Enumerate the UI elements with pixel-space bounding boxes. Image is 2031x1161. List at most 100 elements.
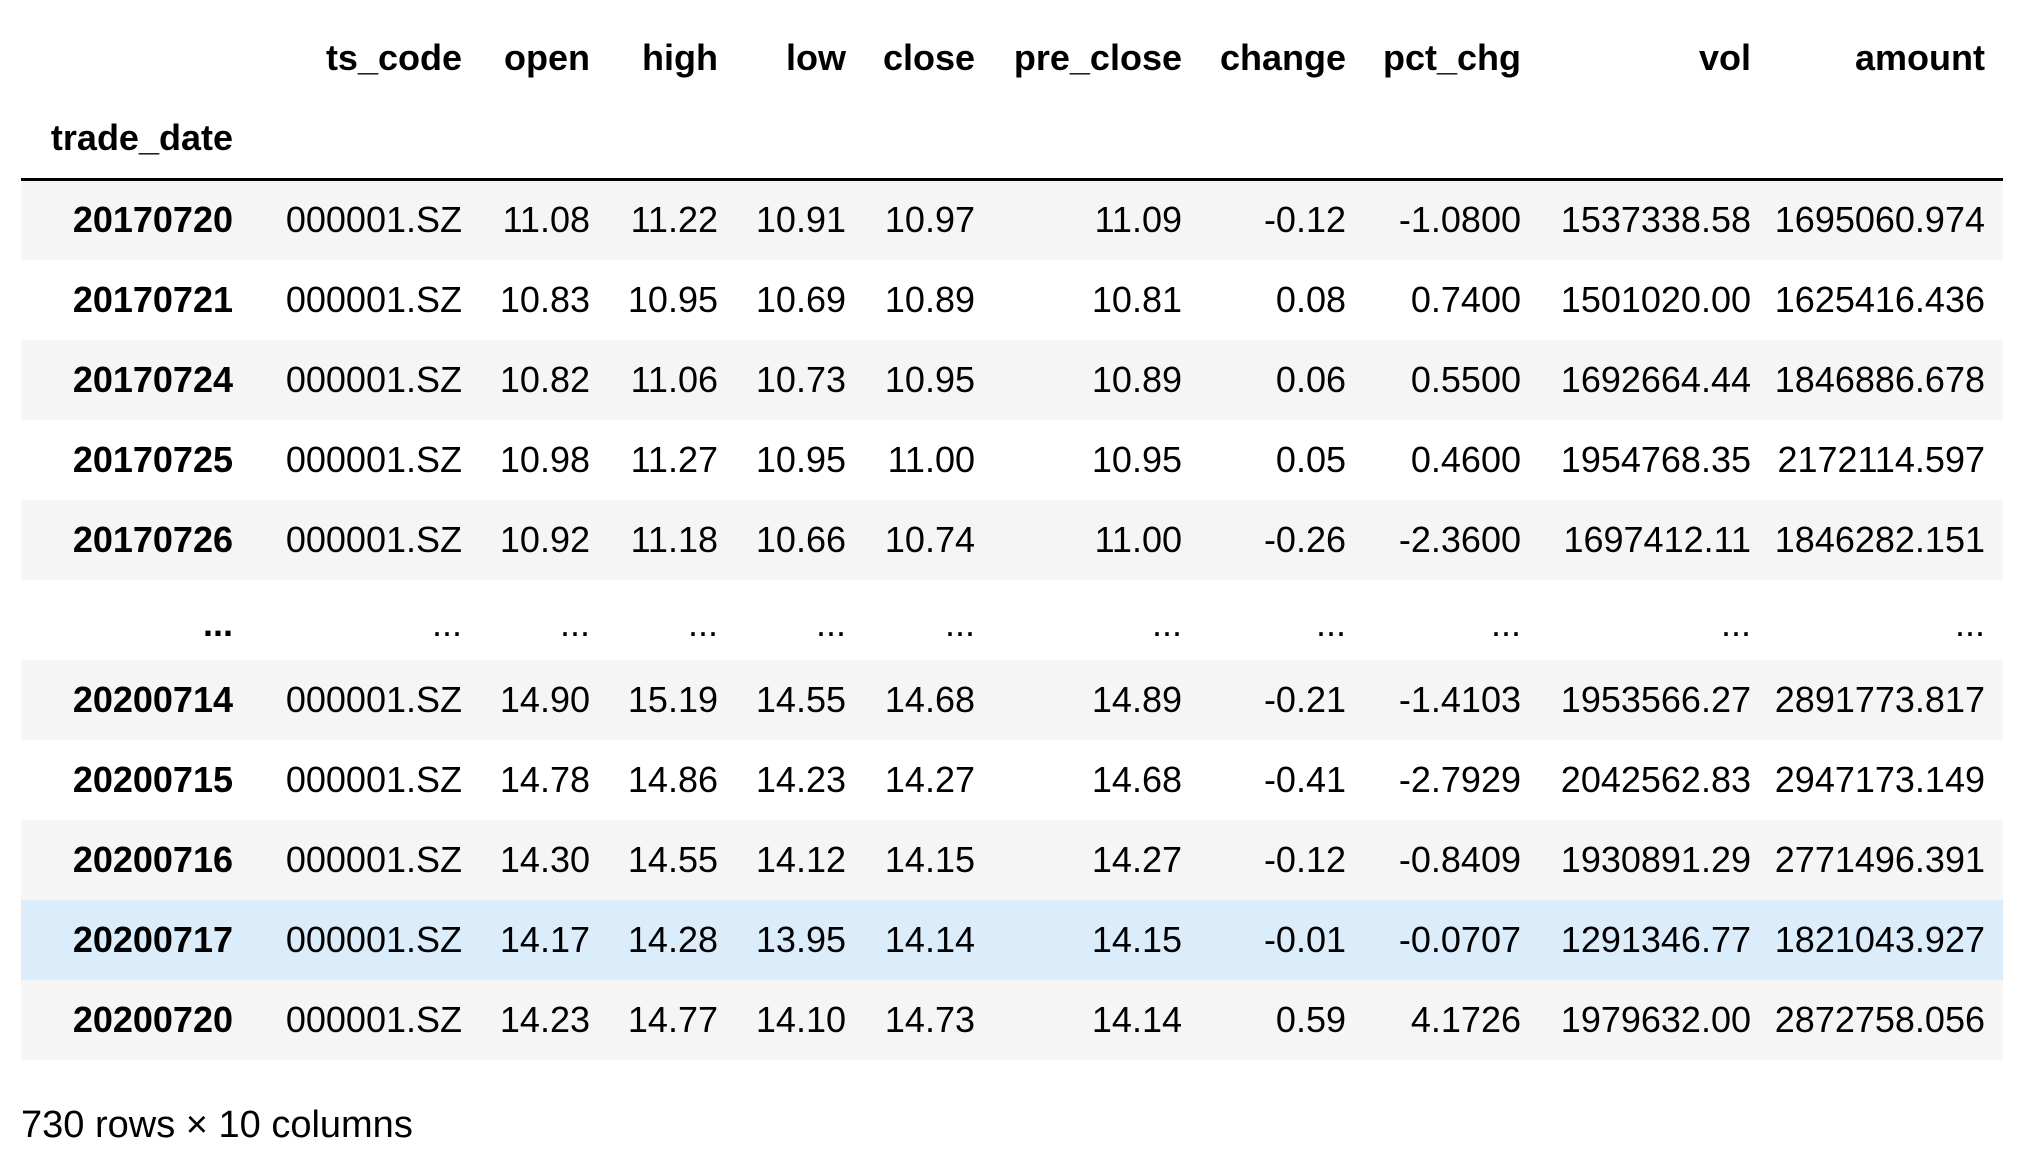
cell-open: 14.78 [499, 758, 590, 800]
cell-high: 10.95 [627, 278, 718, 320]
cell-ts-code: 000001.SZ [285, 438, 462, 480]
cell-pre-close: 14.89 [1091, 678, 1182, 720]
cell-pre-close: ... [1151, 602, 1182, 644]
cell-amount: 2872758.056 [1774, 998, 1985, 1040]
cell-low: 10.95 [755, 438, 846, 480]
cell-pct-chg: -2.3600 [1398, 518, 1521, 560]
table-row: 20170725 000001.SZ 10.98 11.27 10.95 11.00 10.… [21, 419, 2003, 500]
row-index: 20200716 [72, 838, 233, 880]
dataframe-table: ts_code open high low close pre_close ch… [21, 18, 2003, 1060]
cell-close: 10.89 [884, 278, 975, 320]
cell-pre-close: 11.09 [1094, 199, 1182, 241]
cell-amount: 2947173.149 [1774, 758, 1985, 800]
cell-pre-close: 14.68 [1091, 758, 1182, 800]
cell-amount: ... [1954, 602, 1985, 644]
index-name-row: trade_date [21, 98, 2003, 180]
table-row: 20200717 000001.SZ 14.17 14.28 13.95 14.14 14.… [21, 899, 2003, 980]
table-row: 20200716 000001.SZ 14.30 14.55 14.12 14.15 14.… [21, 819, 2003, 900]
row-index: 20170726 [72, 518, 233, 560]
cell-amount: 2891773.817 [1774, 678, 1985, 720]
cell-change: 0.08 [1275, 278, 1346, 320]
cell-change: ... [1315, 602, 1346, 644]
cell-vol: 1930891.29 [1560, 838, 1751, 880]
cell-change: 0.59 [1275, 998, 1346, 1040]
column-header: amount [1855, 37, 1985, 78]
cell-amount: 1846282.151 [1774, 518, 1985, 560]
cell-vol: 1537338.58 [1560, 199, 1751, 241]
table-row: 20200714 000001.SZ 14.90 15.19 14.55 14.68 14.… [21, 659, 2003, 740]
cell-open: 14.23 [499, 998, 590, 1040]
cell-low: 10.66 [755, 518, 846, 560]
cell-vol: 1953566.27 [1560, 678, 1751, 720]
column-header: vol [1698, 37, 1751, 78]
cell-pct-chg: 0.5500 [1410, 358, 1521, 400]
column-header: open [504, 37, 590, 78]
cell-high: 11.18 [630, 518, 718, 560]
cell-ts-code: ... [431, 602, 462, 644]
cell-high: 11.06 [630, 358, 718, 400]
cell-ts-code: 000001.SZ [285, 918, 462, 960]
column-header: close [882, 37, 975, 78]
cell-amount: 2771496.391 [1774, 838, 1985, 880]
cell-change: -0.12 [1263, 199, 1346, 241]
cell-open: 11.08 [502, 199, 590, 241]
cell-open: 14.30 [499, 838, 590, 880]
cell-low: 10.91 [755, 199, 846, 241]
cell-pre-close: 10.95 [1091, 438, 1182, 480]
cell-open: 10.83 [499, 278, 590, 320]
cell-low: 14.55 [755, 678, 846, 720]
cell-ts-code: 000001.SZ [285, 998, 462, 1040]
cell-amount: 1846886.678 [1774, 358, 1985, 400]
cell-open: 10.98 [499, 438, 590, 480]
cell-vol: 1291346.77 [1560, 918, 1751, 960]
cell-vol: 1954768.35 [1560, 438, 1751, 480]
cell-amount: 2172114.597 [1777, 438, 1985, 480]
cell-vol: 1697412.11 [1563, 518, 1751, 560]
cell-amount: 1821043.927 [1774, 918, 1985, 960]
cell-change: -0.41 [1263, 758, 1346, 800]
cell-change: -0.12 [1263, 838, 1346, 880]
cell-open: 14.90 [499, 678, 590, 720]
cell-close: 10.95 [884, 358, 975, 400]
cell-pct-chg: -0.0707 [1398, 918, 1521, 960]
row-index: 20170721 [72, 278, 233, 320]
cell-pct-chg: 0.7400 [1410, 278, 1521, 320]
cell-vol: 1692664.44 [1560, 358, 1751, 400]
cell-pre-close: 10.81 [1091, 278, 1182, 320]
column-header: high [642, 37, 718, 78]
cell-change: -0.26 [1263, 518, 1346, 560]
cell-ts-code: 000001.SZ [285, 278, 462, 320]
column-header: ts_code [325, 37, 462, 78]
cell-pct-chg: ... [1490, 602, 1521, 644]
row-index: 20170725 [72, 438, 233, 480]
row-index: 20170720 [72, 199, 233, 241]
dataframe-output: ts_code open high low close pre_close ch… [21, 18, 2003, 1147]
cell-open: 10.92 [499, 518, 590, 560]
row-index: 20170724 [72, 358, 233, 400]
cell-high: 14.86 [627, 758, 718, 800]
cell-change: 0.05 [1275, 438, 1346, 480]
cell-ts-code: 000001.SZ [285, 199, 462, 241]
cell-close: 10.74 [884, 518, 975, 560]
column-header: low [786, 37, 846, 78]
cell-low: 13.95 [755, 918, 846, 960]
cell-close: 11.00 [887, 438, 975, 480]
cell-close: 14.27 [884, 758, 975, 800]
cell-vol: ... [1720, 602, 1751, 644]
column-header: pre_close [1013, 37, 1182, 78]
cell-pct-chg: -1.4103 [1398, 678, 1521, 720]
cell-pct-chg: -2.7929 [1398, 758, 1521, 800]
row-index: ... [202, 602, 233, 644]
cell-low: 14.10 [755, 998, 846, 1040]
cell-high: 14.28 [627, 918, 718, 960]
cell-close: 14.68 [884, 678, 975, 720]
ellipsis-row: ................................. [21, 579, 2003, 660]
cell-pct-chg: -0.8409 [1398, 838, 1521, 880]
cell-pre-close: 11.00 [1094, 518, 1182, 560]
table-row: 20170724 000001.SZ 10.82 11.06 10.73 10.95 10.… [21, 339, 2003, 420]
cell-pct-chg: 4.1726 [1410, 998, 1521, 1040]
cell-close: ... [944, 602, 975, 644]
cell-pre-close: 14.15 [1091, 918, 1182, 960]
cell-high: 11.22 [630, 199, 718, 241]
cell-ts-code: 000001.SZ [285, 838, 462, 880]
